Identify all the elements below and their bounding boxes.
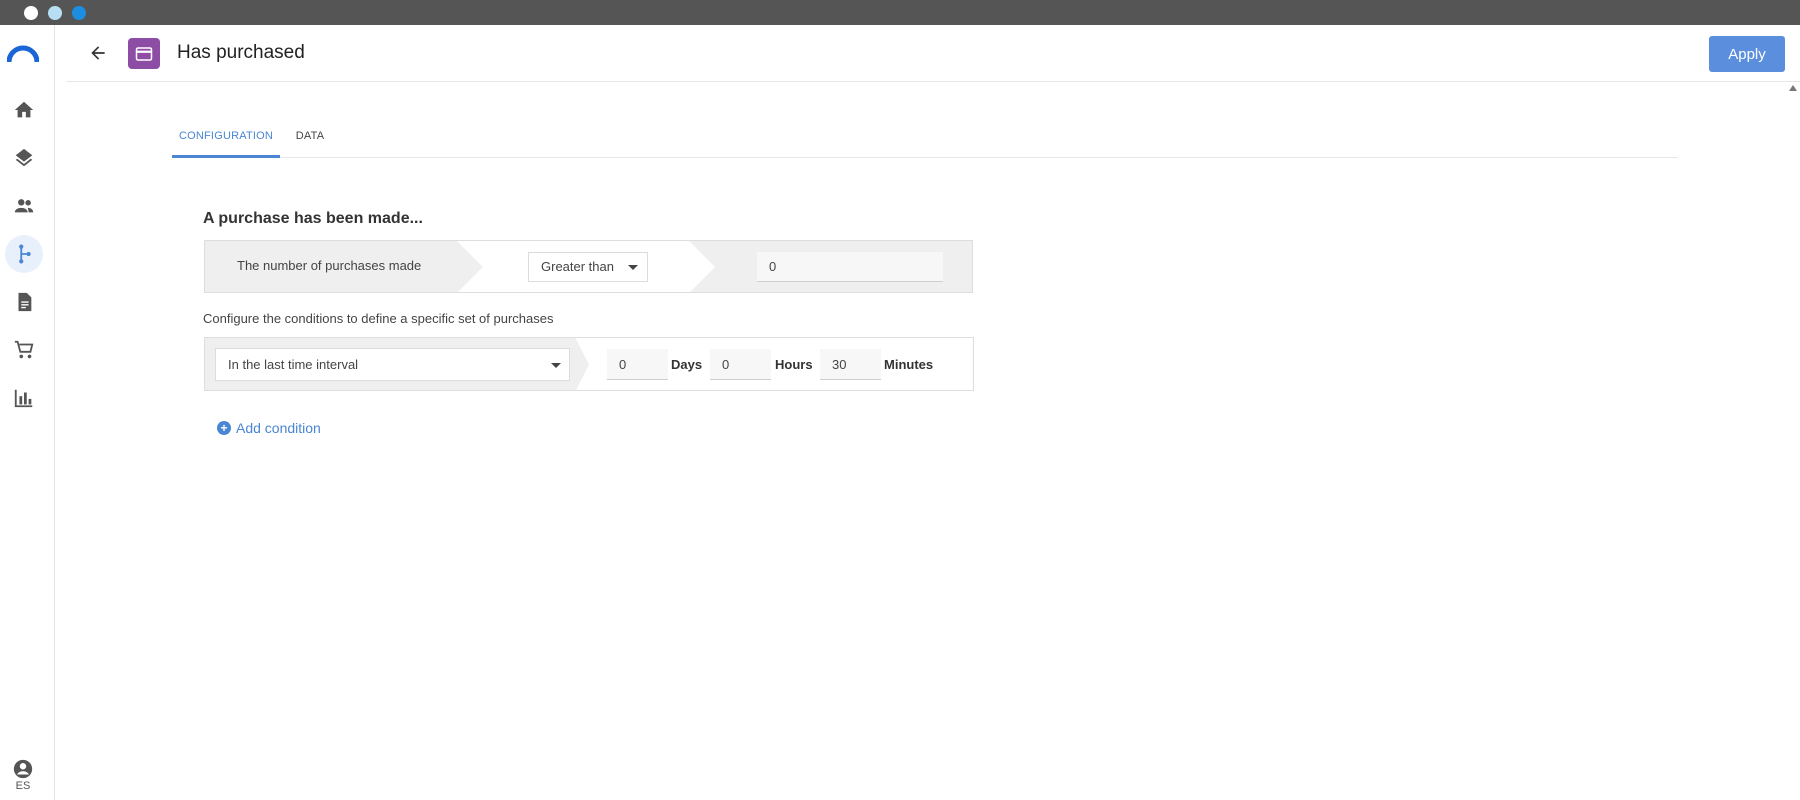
interval-select[interactable]: In the last time interval bbox=[215, 348, 570, 381]
interval-value: In the last time interval bbox=[228, 357, 359, 372]
add-condition-button[interactable]: + Add condition bbox=[217, 418, 321, 438]
left-navigation-rail: ES bbox=[0, 25, 55, 800]
section-title: A purchase has been made... bbox=[203, 210, 423, 227]
account-circle-icon bbox=[13, 759, 33, 779]
entity-badge bbox=[128, 38, 160, 69]
user-menu[interactable]: ES bbox=[8, 758, 38, 793]
rail-item-documents[interactable] bbox=[5, 283, 43, 321]
rail-item-flows[interactable] bbox=[5, 235, 43, 273]
window-minimize-button[interactable] bbox=[48, 6, 62, 20]
helper-text: Configure the conditions to define a spe… bbox=[203, 311, 554, 326]
home-icon bbox=[14, 101, 34, 118]
hours-input[interactable] bbox=[710, 349, 771, 380]
days-label: Days bbox=[671, 357, 703, 372]
layers-icon bbox=[15, 148, 33, 167]
rail-item-people[interactable] bbox=[5, 187, 43, 225]
hours-label: Hours bbox=[775, 357, 813, 372]
tab-bar: CONFIGURATION DATA bbox=[172, 120, 1678, 158]
minutes-label: Minutes bbox=[884, 357, 934, 372]
tab-configuration[interactable]: CONFIGURATION bbox=[172, 120, 280, 158]
rail-item-home[interactable] bbox=[5, 91, 43, 129]
rail-item-layers[interactable] bbox=[5, 139, 43, 177]
people-icon bbox=[14, 199, 34, 213]
caret-down-icon bbox=[551, 363, 561, 368]
rail-item-analytics[interactable] bbox=[5, 379, 43, 417]
page-title: Has purchased bbox=[177, 42, 305, 63]
app-logo-icon bbox=[7, 45, 39, 63]
window-titlebar bbox=[0, 0, 1800, 25]
scroll-up-arrow-icon[interactable] bbox=[1789, 85, 1797, 91]
comparator-select[interactable]: Greater than bbox=[528, 252, 648, 282]
page-header: Has purchased Apply bbox=[66, 25, 1800, 82]
window-close-button[interactable] bbox=[24, 6, 38, 20]
arrow-back-icon bbox=[91, 46, 105, 60]
apply-button[interactable]: Apply bbox=[1709, 36, 1785, 72]
purchase-count-input[interactable] bbox=[757, 252, 943, 282]
purchase-count-condition: The number of purchases made Greater tha… bbox=[204, 240, 973, 293]
add-condition-label: Add condition bbox=[236, 420, 321, 436]
language-label: ES bbox=[15, 780, 31, 792]
caret-down-icon bbox=[628, 265, 638, 270]
minutes-input[interactable] bbox=[820, 349, 881, 380]
condition-label: The number of purchases made bbox=[237, 258, 422, 273]
add-circle-icon: + bbox=[217, 421, 231, 435]
tab-data[interactable]: DATA bbox=[290, 120, 330, 158]
credit-card-icon bbox=[135, 46, 153, 61]
document-icon bbox=[18, 292, 32, 312]
vertical-scrollbar[interactable] bbox=[1787, 82, 1800, 800]
bar-chart-icon bbox=[14, 389, 33, 408]
back-button[interactable] bbox=[84, 41, 112, 65]
days-input[interactable] bbox=[607, 349, 668, 380]
cart-icon bbox=[14, 340, 34, 359]
time-interval-condition: In the last time interval Days Hours Min… bbox=[204, 337, 974, 391]
window-maximize-button[interactable] bbox=[72, 6, 86, 20]
comparator-value: Greater than bbox=[541, 259, 614, 274]
rail-item-cart[interactable] bbox=[5, 331, 43, 369]
flow-icon bbox=[19, 244, 31, 264]
